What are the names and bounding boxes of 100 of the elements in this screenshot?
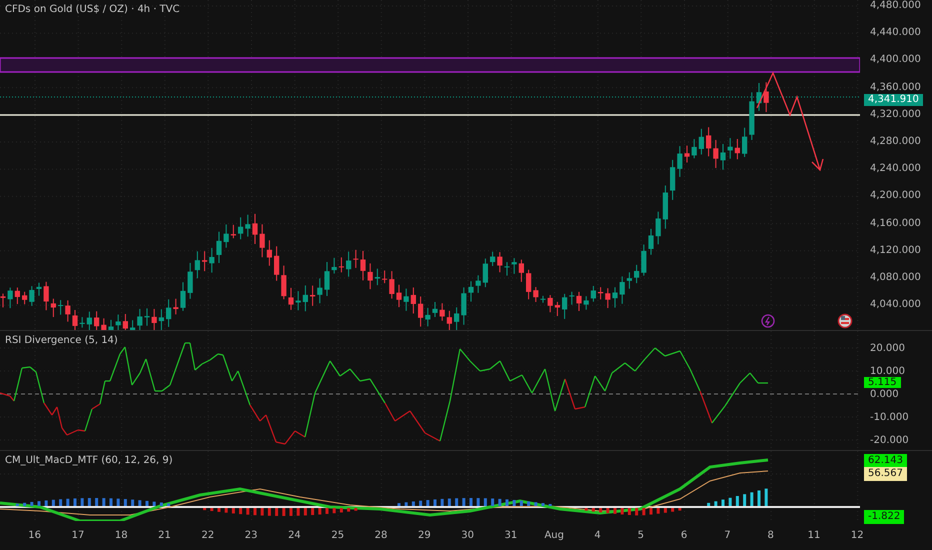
price-axis-label: 4,320.000 [870,108,922,120]
indicator-title: RSI Divergence (5, 14) [5,335,118,346]
time-axis-label: 24 [287,530,302,541]
candlestick [80,316,85,328]
candlestick [266,240,272,266]
candlestick [569,291,574,306]
time-axis-label: 4 [593,530,602,541]
candlestick [713,139,718,168]
candlestick [641,244,646,276]
candlestick [404,288,409,312]
candlestick [764,82,769,113]
candlestick [317,278,322,304]
candlestick [648,228,654,256]
price-axis-label: 4,280.000 [870,136,922,147]
candlestick [58,300,64,316]
chart-title: CFDs on Gold (US$ / OZ) · 4h · TVC [5,4,180,15]
candlestick [684,145,690,163]
candlestick [158,308,164,330]
last-price-label: 4,341.910 [864,94,923,106]
price-axis-label: 4,120.000 [870,244,922,256]
candlestick [152,308,157,330]
time-axis-label: 30 [460,530,475,541]
candlestick [288,287,294,310]
candlestick [461,286,466,326]
candlestick [389,270,394,300]
time-axis-label: 28 [374,530,388,541]
candlestick [260,224,265,258]
candlestick [612,286,618,308]
candlestick [734,138,740,160]
candlestick [533,286,538,303]
candlestick [353,249,358,268]
candlestick [166,298,172,328]
candlestick [670,159,676,200]
time-axis-label: 6 [680,530,688,541]
time-axis-label: Aug [543,530,565,541]
time-axis-label: 23 [244,530,258,541]
candlestick [230,224,236,239]
candlestick [677,146,682,178]
candlestick [86,311,92,330]
time-axis-label: 5 [636,530,645,541]
candlestick [122,314,128,330]
candlestick [476,274,481,294]
candlestick [662,185,668,230]
value-axis-label: -20.000 [870,434,910,446]
candlestick [180,282,186,312]
candlestick [540,295,546,304]
candlestick [324,261,330,296]
candlestick [245,214,250,238]
price-axis-label: 4,480.000 [870,0,922,11]
candlestick [360,250,366,281]
time-axis-label: 25 [330,530,346,541]
candlestick [512,258,517,274]
time-axis-label: 21 [157,530,172,541]
candlestick [454,306,460,330]
lightning-icon[interactable] [761,314,775,328]
candlestick [554,301,560,317]
candlestick [410,286,416,314]
price-axis-label: 4,160.000 [870,218,922,228]
candlestick [94,310,100,330]
candlestick [22,291,28,305]
candlestick [144,308,150,326]
candlestick [14,287,20,305]
candlestick [548,294,553,313]
candlestick [108,319,114,330]
candlestick [173,298,178,315]
flag-icon[interactable] [838,314,852,328]
candlestick [374,268,380,286]
candlestick [194,250,200,279]
candlestick [598,286,604,300]
candlestick [281,265,286,300]
time-axis-label: 11 [806,530,822,541]
candlestick [72,310,78,330]
time-axis-label: 18 [114,530,129,541]
candlestick [65,300,70,322]
current-value-label: -1.822 [864,510,904,524]
candlestick [526,269,532,300]
candlestick [332,257,337,274]
time-axis-label: 12 [850,530,865,541]
candlestick [101,318,106,330]
value-axis-label: 0.000 [870,388,900,400]
price-axis-label: 4,040.000 [870,299,922,310]
candlestick [368,262,373,290]
time-axis-label: 16 [27,530,42,541]
current-value-label: 56.567 [864,467,907,481]
candlestick [0,293,6,308]
price-axis-label: 4,360.000 [870,82,922,93]
price-axis-label: 4,240.000 [870,163,922,174]
price-axis-label: 4,200.000 [870,190,922,202]
value-axis-label: 10.000 [870,366,906,376]
candlestick [432,302,438,318]
candlestick [692,138,697,159]
candlestick [396,284,402,308]
candlestick [302,284,308,312]
candlestick [338,256,344,273]
candlestick [720,143,726,170]
candlestick [346,251,352,278]
value-axis-label: 20.000 [870,342,906,354]
candlestick [562,293,568,320]
candlestick [202,250,208,272]
candlestick [497,252,502,273]
